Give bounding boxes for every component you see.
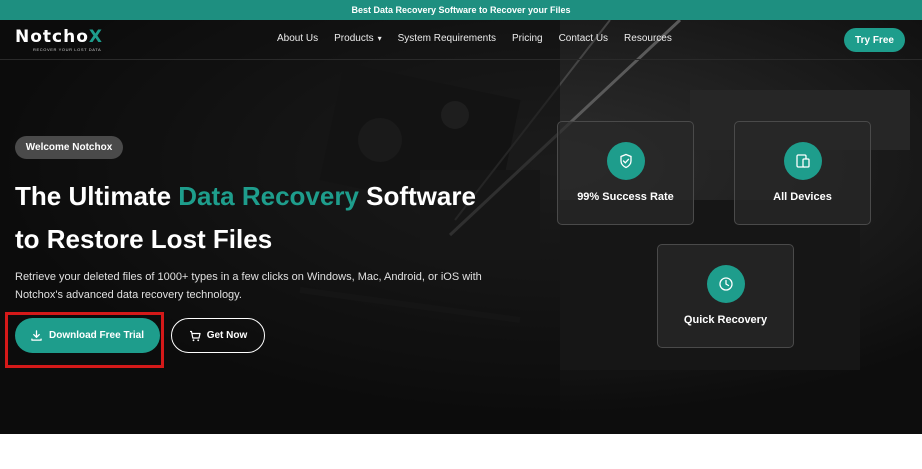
feature-card-all-devices: All Devices <box>734 121 871 225</box>
get-now-button[interactable]: Get Now <box>171 318 265 353</box>
brand-logo[interactable]: NotchoX RECOVER YOUR LOST DATA <box>15 28 103 52</box>
nav-item-products[interactable]: Products ▾ <box>334 33 381 44</box>
logo-wordmark: NotchoX <box>15 27 104 47</box>
hero-section: NotchoX RECOVER YOUR LOST DATA About Us … <box>0 20 922 434</box>
hero-description: Retrieve your deleted files of 1000+ typ… <box>15 271 482 301</box>
logo-tagline: RECOVER YOUR LOST DATA <box>33 47 102 52</box>
headline-accent: Data Recovery <box>178 181 359 211</box>
clock-icon <box>706 265 745 303</box>
cart-icon <box>189 330 201 341</box>
announcement-bar: Best Data Recovery Software to Recover y… <box>0 0 922 20</box>
feature-label: 99% Success Rate <box>577 191 674 203</box>
devices-icon <box>783 142 822 180</box>
nav-item-resources[interactable]: Resources <box>624 33 672 44</box>
feature-label: Quick Recovery <box>683 314 768 326</box>
announcement-text: Best Data Recovery Software to Recover y… <box>351 5 571 15</box>
hero-headline: The Ultimate Data Recovery Software to R… <box>15 181 476 254</box>
nav-item-about-us[interactable]: About Us <box>277 33 318 44</box>
shield-check-icon <box>606 142 645 180</box>
main-nav: About Us Products ▾ System Requirements P… <box>277 33 688 44</box>
welcome-badge: Welcome Notchox <box>15 136 123 159</box>
navbar: NotchoX RECOVER YOUR LOST DATA About Us … <box>0 20 922 60</box>
download-free-trial-button[interactable]: Download Free Trial <box>15 318 160 353</box>
chevron-down-icon: ▾ <box>377 34 382 43</box>
feature-card-quick-recovery: Quick Recovery <box>657 244 794 348</box>
feature-label: All Devices <box>773 191 832 203</box>
feature-card-success-rate: 99% Success Rate <box>557 121 694 225</box>
try-free-button[interactable]: Try Free <box>844 28 905 52</box>
nav-item-pricing[interactable]: Pricing <box>512 33 543 44</box>
nav-item-contact-us[interactable]: Contact Us <box>559 33 608 44</box>
download-icon <box>31 330 42 341</box>
nav-item-system-requirements[interactable]: System Requirements <box>398 33 496 44</box>
